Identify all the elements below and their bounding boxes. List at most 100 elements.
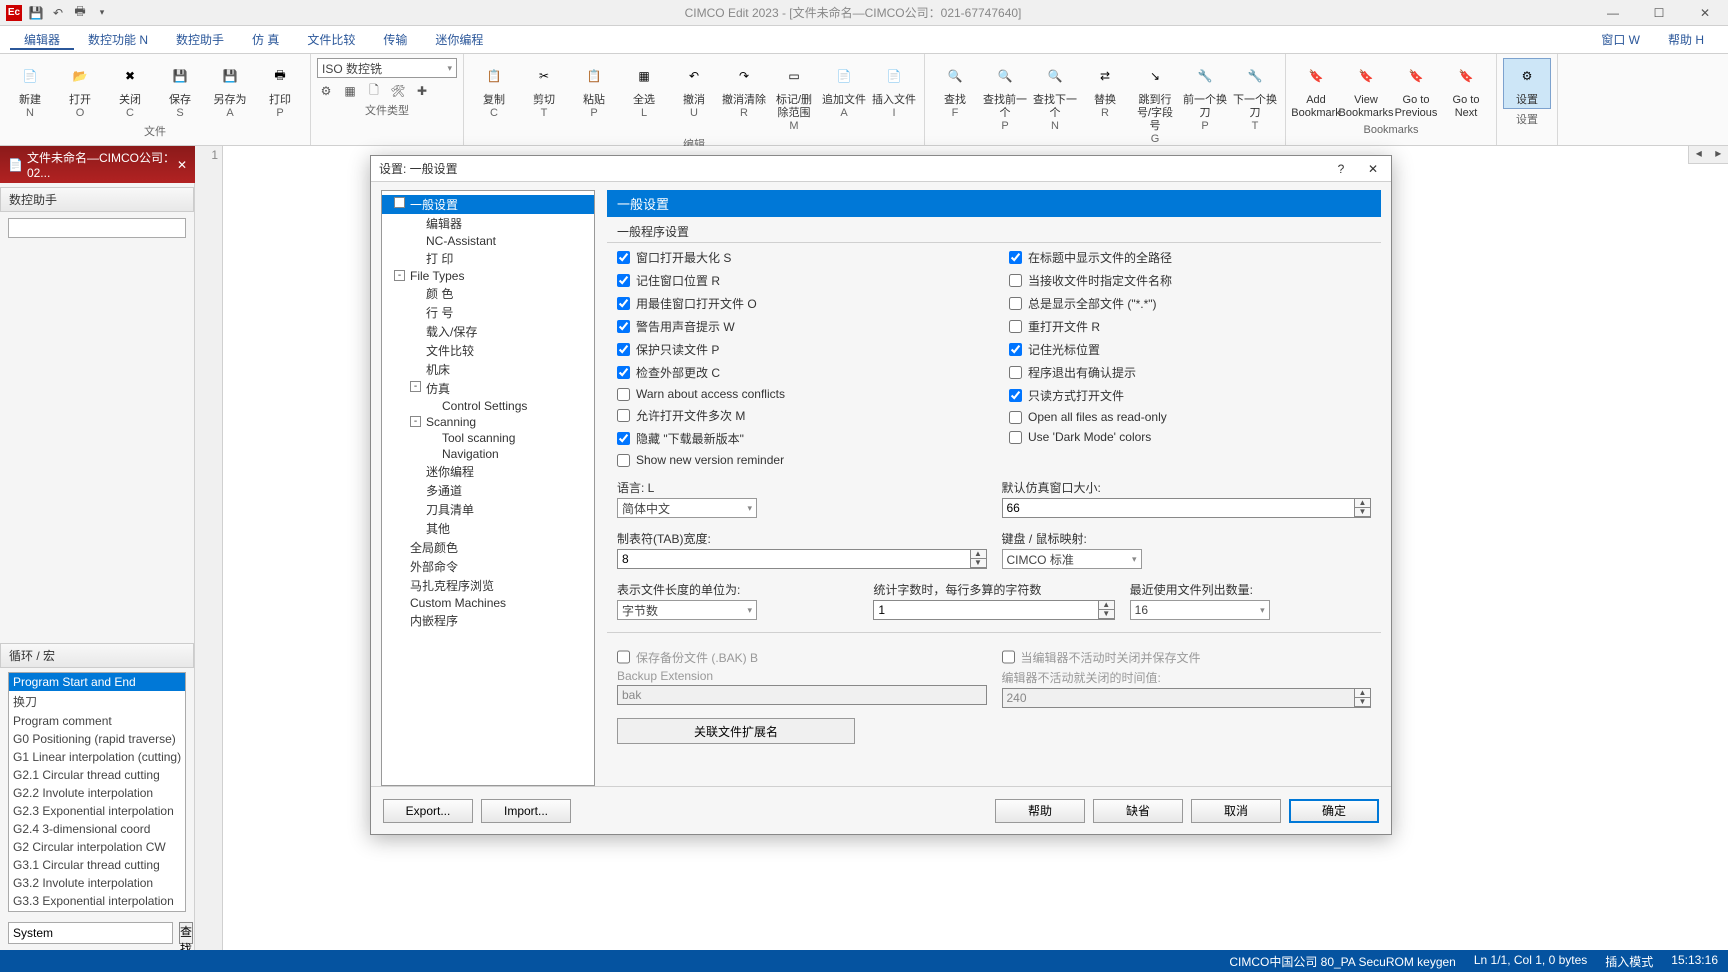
scroll-right-icon[interactable]: ▸ (1709, 146, 1728, 163)
list-item[interactable]: Program Start and End (9, 673, 185, 691)
list-item[interactable]: G2.3 Exponential interpolation (9, 802, 185, 820)
ribbon-粘贴[interactable]: 📋粘贴P (570, 58, 618, 134)
check-bak[interactable]: 保存备份文件 (.BAK) B (617, 647, 987, 667)
checkbox[interactable]: 保护只读文件 P (617, 341, 979, 358)
export-button[interactable]: Export... (383, 799, 473, 823)
tree-item[interactable]: Control Settings (382, 398, 594, 414)
ribbon-View Bookmarks[interactable]: 🔖View Bookmarks (1342, 58, 1390, 122)
menu-compare[interactable]: 文件比较 (293, 31, 369, 48)
tree-item[interactable]: 其他 (382, 519, 594, 538)
ok-button[interactable]: 确定 (1289, 799, 1379, 823)
list-item[interactable]: G2.1 Circular thread cutting (9, 766, 185, 784)
sim-input[interactable] (1002, 498, 1356, 518)
ribbon-查找[interactable]: 🔍查找F (931, 58, 979, 147)
menu-window[interactable]: 窗口 W (1587, 31, 1654, 48)
recent-combo[interactable]: 16▾ (1130, 600, 1270, 620)
minimize-button[interactable]: — (1590, 0, 1636, 26)
lang-combo[interactable]: 简体中文▾ (617, 498, 757, 518)
tree-item[interactable]: 文件比较 (382, 341, 594, 360)
ribbon-追加文件[interactable]: 📄追加文件A (820, 58, 868, 134)
ribbon-下一个换刀[interactable]: 🔧下一个换刀T (1231, 58, 1279, 147)
tree-item[interactable]: 全局颜色 (382, 538, 594, 557)
system-input[interactable] (8, 922, 173, 944)
ribbon-Go to Previous[interactable]: 🔖Go to Previous (1392, 58, 1440, 122)
ribbon-前一个换刀[interactable]: 🔧前一个换刀P (1181, 58, 1229, 147)
ribbon-Go to Next[interactable]: 🔖Go to Next (1442, 58, 1490, 122)
ribbon-剪切[interactable]: ✂剪切T (520, 58, 568, 134)
undo-icon[interactable]: ↶ (50, 5, 66, 21)
dialog-help-icon[interactable]: ? (1331, 162, 1351, 176)
document-tab[interactable]: 📄 文件未命名—CIMCO公司：02... ✕ (0, 146, 195, 183)
checkbox[interactable]: 记住光标位置 (1009, 341, 1371, 358)
ribbon-新建[interactable]: 📄新建N (6, 58, 54, 121)
tree-item[interactable]: -File Types (382, 268, 594, 284)
small-icon-4[interactable]: 🛠 (389, 82, 407, 100)
filetype-combo[interactable]: ISO 数控铣▾ (317, 58, 457, 78)
checkbox[interactable]: 程序退出有确认提示 (1009, 364, 1371, 381)
save-icon[interactable]: 💾 (28, 5, 44, 21)
list-item[interactable]: G1 Linear interpolation (cutting) (9, 748, 185, 766)
ribbon-打开[interactable]: 📂打开O (56, 58, 104, 121)
bak-input[interactable] (617, 685, 987, 705)
menu-nc[interactable]: 数控功能 N (74, 31, 162, 48)
ribbon-关闭[interactable]: ✖关闭C (106, 58, 154, 121)
import-button[interactable]: Import... (481, 799, 571, 823)
menu-transfer[interactable]: 传输 (369, 31, 421, 48)
tree-item[interactable]: 颜 色 (382, 284, 594, 303)
tree-item[interactable]: Navigation (382, 446, 594, 462)
tree-item[interactable]: 迷你编程 (382, 462, 594, 481)
ribbon-设置[interactable]: ⚙设置 (1503, 58, 1551, 109)
tree-item[interactable]: NC-Assistant (382, 233, 594, 249)
ribbon-查找下一个[interactable]: 🔍查找下一个N (1031, 58, 1079, 147)
list-item[interactable]: G3.1 Circular thread cutting (9, 856, 185, 874)
checkbox[interactable]: Warn about access conflicts (617, 387, 979, 401)
dialog-close-icon[interactable]: ✕ (1363, 162, 1383, 176)
checkbox[interactable]: Show new version reminder (617, 453, 979, 467)
list-item[interactable]: G3.2 Involute interpolation (9, 874, 185, 892)
checkbox[interactable]: 当接收文件时指定文件名称 (1009, 272, 1371, 289)
checkbox[interactable]: 记住窗口位置 R (617, 272, 979, 289)
tree-item[interactable]: 外部命令 (382, 557, 594, 576)
tree-item[interactable]: 行 号 (382, 303, 594, 322)
ribbon-打印[interactable]: 🖶打印P (256, 58, 304, 121)
checkbox[interactable]: 只读方式打开文件 (1009, 387, 1371, 404)
settings-tree[interactable]: -一般设置编辑器NC-Assistant打 印-File Types颜 色行 号… (381, 190, 595, 786)
small-icon-3[interactable]: 🗋 (365, 82, 383, 100)
checkbox[interactable]: 在标题中显示文件的全路径 (1009, 249, 1371, 266)
menu-editor[interactable]: 编辑器 (10, 31, 74, 50)
checkbox[interactable]: Use 'Dark Mode' colors (1009, 430, 1371, 444)
ribbon-插入文件[interactable]: 📄插入文件I (870, 58, 918, 134)
unit-combo[interactable]: 字节数▾ (617, 600, 757, 620)
maximize-button[interactable]: ☐ (1636, 0, 1682, 26)
tree-item[interactable]: -一般设置 (382, 195, 594, 214)
checkbox[interactable]: 总是显示全部文件 ("*.*") (1009, 295, 1371, 312)
nc-input[interactable] (8, 218, 186, 238)
wrap-input[interactable] (873, 600, 1098, 620)
tree-item[interactable]: 机床 (382, 360, 594, 379)
checkbox[interactable]: 隐藏 "下载最新版本" (617, 430, 979, 447)
idle-input[interactable] (1002, 688, 1356, 708)
tab-input[interactable] (617, 549, 971, 569)
ribbon-跳到行号/字段号[interactable]: ↘跳到行号/字段号G (1131, 58, 1179, 147)
ribbon-撤消清除[interactable]: ↷撤消清除R (720, 58, 768, 134)
small-icon-5[interactable]: ✚ (413, 82, 431, 100)
macro-list[interactable]: Program Start and End换刀Program commentG0… (8, 672, 186, 912)
list-item[interactable]: G3.4 3-dimensional coord (9, 910, 185, 912)
cancel-button[interactable]: 取消 (1191, 799, 1281, 823)
tree-item[interactable]: -Scanning (382, 414, 594, 430)
print-icon[interactable]: 🖶 (72, 5, 88, 21)
checkbox[interactable]: 重打开文件 R (1009, 318, 1371, 335)
small-icon-1[interactable]: ⚙ (317, 82, 335, 100)
ribbon-替换[interactable]: ⇄替换R (1081, 58, 1129, 147)
menu-assist[interactable]: 数控助手 (162, 31, 238, 48)
tree-item[interactable]: 刀具清单 (382, 500, 594, 519)
ribbon-另存为[interactable]: 💾另存为A (206, 58, 254, 121)
list-item[interactable]: G2 Circular interpolation CW (9, 838, 185, 856)
checkbox[interactable]: 窗口打开最大化 S (617, 249, 979, 266)
scroll-left-icon[interactable]: ◂ (1689, 146, 1709, 163)
list-item[interactable]: G2.2 Involute interpolation (9, 784, 185, 802)
checkbox[interactable]: 检查外部更改 C (617, 364, 979, 381)
tree-item[interactable]: Custom Machines (382, 595, 594, 611)
tree-item[interactable]: 马扎克程序浏览 (382, 576, 594, 595)
menu-sim[interactable]: 仿 真 (238, 31, 293, 48)
